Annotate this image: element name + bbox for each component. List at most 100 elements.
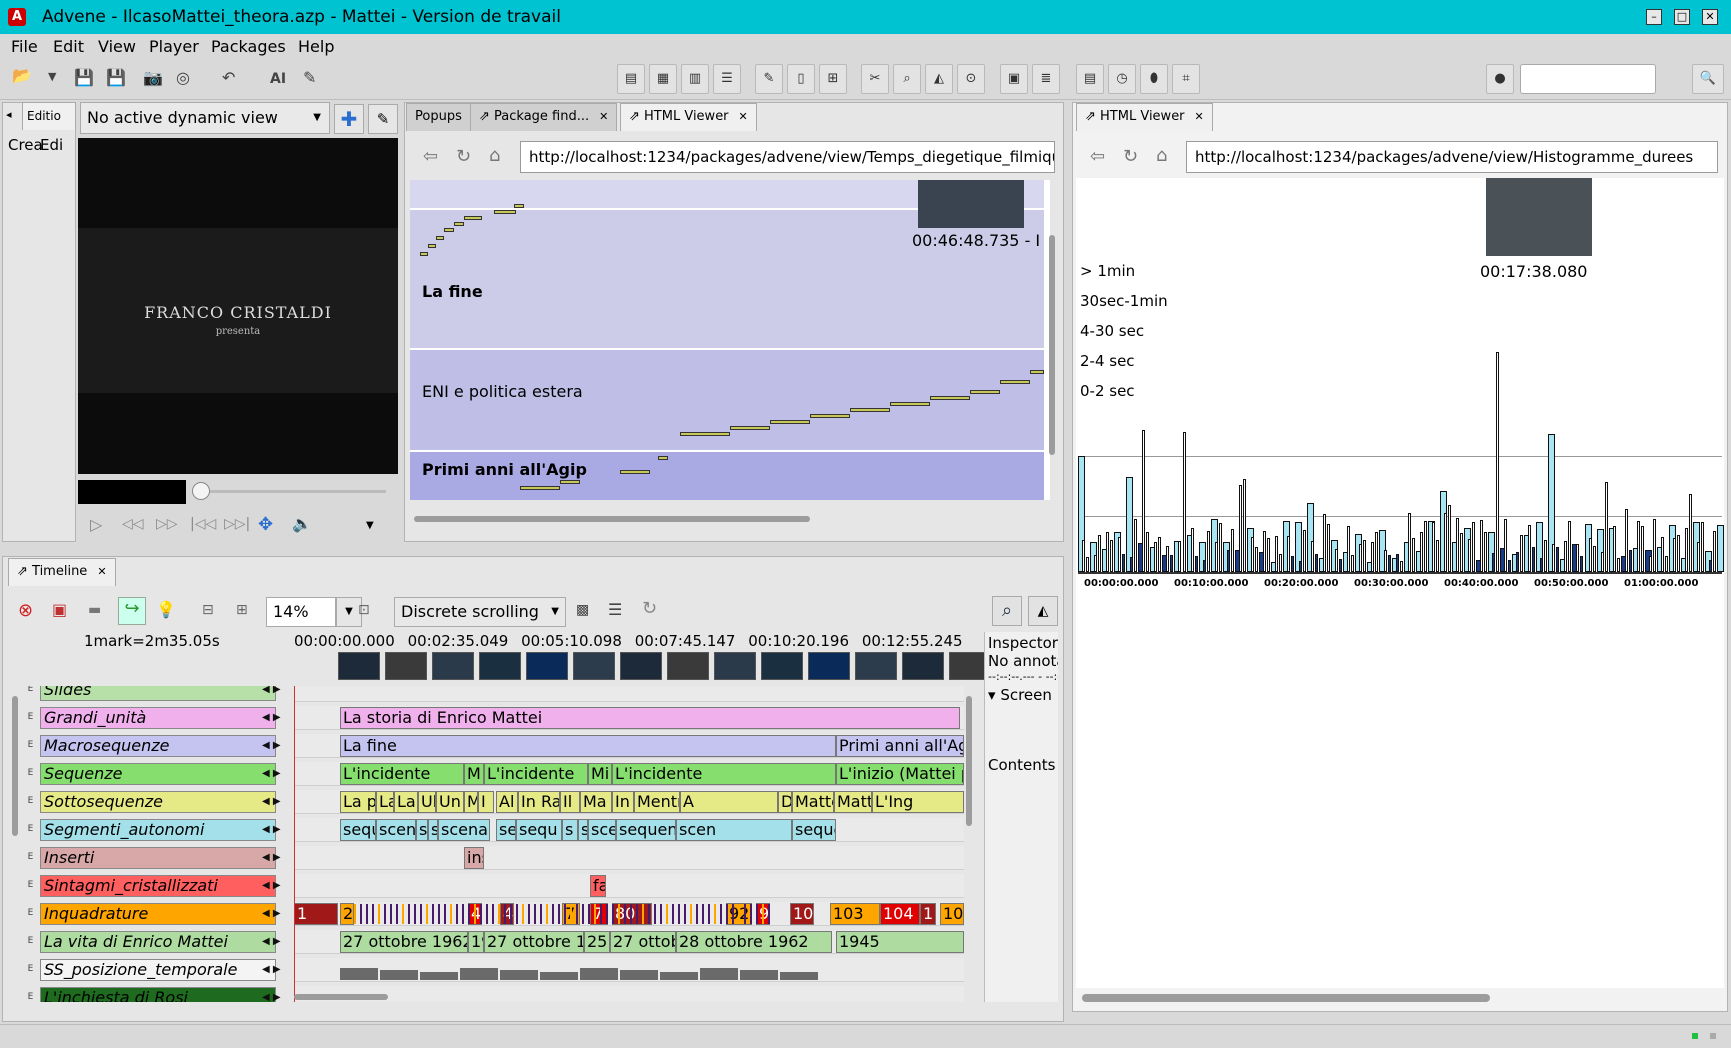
maximize-icon[interactable]: □: [1674, 9, 1690, 25]
tree-icon[interactable]: ⊞: [819, 64, 847, 94]
shot-thumbnail[interactable]: [808, 652, 850, 680]
menu-view[interactable]: View: [98, 37, 136, 56]
track-nav-icon[interactable]: ◀ ▶: [262, 686, 281, 695]
rewind-icon[interactable]: ◁◁: [122, 516, 144, 532]
zoom-in-icon[interactable]: ⊞: [236, 602, 248, 618]
layout-icon[interactable]: ☰: [608, 600, 622, 619]
viewer-icon[interactable]: ⊙: [957, 64, 985, 94]
menu-packages[interactable]: Packages: [211, 37, 286, 56]
annotation[interactable]: 1945: [836, 931, 964, 953]
track-edit-icon[interactable]: E: [24, 707, 37, 729]
track-name[interactable]: Segmenti_autonomi: [40, 819, 276, 841]
track-lane[interactable]: [294, 686, 964, 702]
duration-histogram[interactable]: [1078, 340, 1724, 580]
shot-thumbnail[interactable]: [338, 652, 380, 680]
annotation[interactable]: 25: [584, 931, 610, 953]
annotation[interactable]: sequenza_ordin: [792, 819, 836, 841]
histogram-keyframe[interactable]: [1486, 178, 1592, 256]
annotation[interactable]: 104: [880, 903, 920, 925]
shot-thumbnail[interactable]: [620, 652, 662, 680]
shot-thumbnail[interactable]: [761, 652, 803, 680]
open-folder-icon[interactable]: 📂: [12, 66, 32, 85]
center-vscrollbar[interactable]: [1049, 235, 1055, 455]
record-icon[interactable]: ●: [1486, 64, 1514, 94]
delete-icon[interactable]: ▣: [52, 600, 67, 619]
annotation[interactable]: M: [464, 763, 484, 785]
reload-icon[interactable]: ↻: [1123, 146, 1138, 167]
annotation[interactable]: sc: [578, 819, 588, 841]
annotation[interactable]: scena: [438, 819, 490, 841]
shot-thumbnail[interactable]: [432, 652, 474, 680]
seek-handle[interactable]: [192, 482, 210, 500]
ai-button[interactable]: AI: [270, 71, 286, 87]
right-hscrollbar[interactable]: [1082, 994, 1490, 1002]
annotation[interactable]: L'incidente: [484, 763, 588, 785]
annotation[interactable]: scen: [376, 819, 416, 841]
tab-edition[interactable]: Editio: [22, 102, 76, 130]
close-icon[interactable]: ✕: [739, 110, 748, 123]
playhead-cursor[interactable]: [294, 686, 295, 1002]
track-name[interactable]: Grandi_unità: [40, 707, 276, 729]
tab-html-viewer-right[interactable]: ⇗ HTML Viewer ✕: [1076, 103, 1213, 131]
tab-popups[interactable]: Popups: [406, 103, 471, 131]
compare-icon[interactable]: ◭: [925, 64, 953, 94]
add-view-icon[interactable]: ✚: [334, 104, 364, 134]
shot-thumbnail[interactable]: [479, 652, 521, 680]
center-hscrollbar[interactable]: [414, 516, 810, 522]
track-nav-icon[interactable]: ◀ ▶: [262, 964, 281, 975]
chevron-down-icon[interactable]: ▼: [366, 520, 374, 531]
track-nav-icon[interactable]: ◀ ▶: [262, 908, 281, 919]
search-icon[interactable]: 🔍: [1692, 64, 1724, 94]
montage-icon[interactable]: ▤: [1076, 64, 1104, 94]
close-icon[interactable]: ✕: [1702, 9, 1718, 25]
annotation[interactable]: scena: [588, 819, 616, 841]
follow-icon[interactable]: ↪: [118, 597, 146, 625]
annotation[interactable]: Al: [496, 791, 518, 813]
annotation[interactable]: sequ: [340, 819, 376, 841]
columns-view-icon[interactable]: ▥: [681, 64, 709, 94]
track-nav-icon[interactable]: ◀ ▶: [262, 992, 281, 1002]
shot-thumbnail[interactable]: [573, 652, 615, 680]
pencil-icon[interactable]: ✎: [303, 68, 316, 87]
tab-timeline[interactable]: ⇗ Timeline ✕: [8, 558, 116, 586]
annotation[interactable]: 103: [830, 903, 880, 925]
annotation[interactable]: s: [562, 819, 578, 841]
list-icon[interactable]: ≣: [1032, 64, 1060, 94]
note-edit-icon[interactable]: ✎: [755, 64, 783, 94]
track-nav-icon[interactable]: ◀ ▶: [262, 740, 281, 751]
track-edit-icon[interactable]: E: [24, 819, 37, 841]
edit-label[interactable]: Edi: [40, 136, 63, 154]
track-nav-icon[interactable]: ◀ ▶: [262, 712, 281, 723]
annotation[interactable]: La p: [340, 791, 376, 813]
tab-package-finder[interactable]: ⇗ Package find... ✕: [470, 103, 618, 131]
disc-icon[interactable]: ◎: [176, 68, 190, 87]
shot-thumbnail[interactable]: [385, 652, 427, 680]
annotation[interactable]: 27 ottobre 1962: [340, 931, 468, 953]
shot-thumbnail[interactable]: [855, 652, 897, 680]
annotation[interactable]: La fine: [340, 735, 836, 757]
annotation[interactable]: 1: [294, 903, 338, 925]
annotation[interactable]: fa: [590, 875, 606, 897]
annotation[interactable]: Mattei: [792, 791, 834, 813]
annotation[interactable]: 19: [468, 931, 484, 953]
annotation[interactable]: 28 ottobre 1962: [676, 931, 832, 953]
track-edit-icon[interactable]: E: [24, 847, 37, 869]
track-edit-icon[interactable]: E: [24, 959, 37, 981]
volume-icon[interactable]: 🔈: [292, 514, 312, 533]
annotation[interactable]: M: [464, 791, 478, 813]
track-name[interactable]: Inserti: [40, 847, 276, 869]
track-name[interactable]: L'inchiesta di Rosi: [40, 987, 276, 1002]
scroll-mode-select[interactable]: Discrete scrolling ▼: [394, 597, 566, 627]
annotation[interactable]: L'Ing: [872, 791, 964, 813]
close-icon[interactable]: ✕: [599, 110, 608, 123]
seek-slider[interactable]: [200, 490, 386, 493]
camera-icon[interactable]: 📷: [143, 68, 163, 87]
save-icon[interactable]: 💾: [74, 68, 94, 87]
track-edit-icon[interactable]: E: [24, 903, 37, 925]
menu-edit[interactable]: Edit: [53, 37, 84, 56]
track-edit-icon[interactable]: E: [24, 987, 37, 1002]
annotation[interactable]: Mentre le sq: [634, 791, 680, 813]
inspector-screenshot[interactable]: ▾ Screen: [988, 686, 1052, 704]
save-as-icon[interactable]: 💾: [106, 68, 126, 87]
skip-end-icon[interactable]: ▷▷|: [224, 516, 250, 532]
